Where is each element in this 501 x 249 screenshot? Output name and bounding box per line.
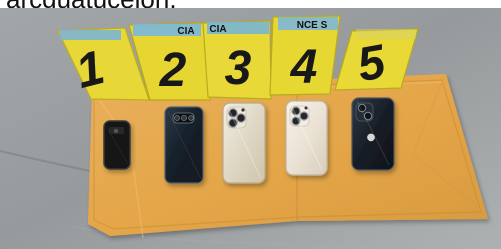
samsung-phone-icon: [164, 106, 204, 184]
apple-logo-icon: ●: [367, 132, 376, 143]
marker-number: 2: [159, 44, 187, 97]
evidence-marker: CIA 3: [202, 20, 272, 100]
evidence-marker: NCE S 4: [269, 15, 341, 96]
marker-header: NCE S: [297, 20, 328, 31]
marker-tape: [60, 30, 121, 40]
marker-number: 3: [225, 42, 252, 95]
small-black-phone-icon: [103, 120, 131, 170]
iphone-pro-white-icon: [285, 100, 328, 176]
marker-number: 4: [290, 41, 318, 94]
evidence-photo: arcguatucelon.: [0, 0, 501, 249]
marker-header: CIA: [177, 26, 194, 37]
iphone-pro-gold-icon: [222, 102, 266, 184]
iphone-black-icon: ●: [351, 97, 395, 171]
marker-header: CIA: [209, 24, 226, 35]
evidence-scene: 1 CIA 2 CIA 3 NCE S 4 5 ●: [0, 8, 501, 249]
